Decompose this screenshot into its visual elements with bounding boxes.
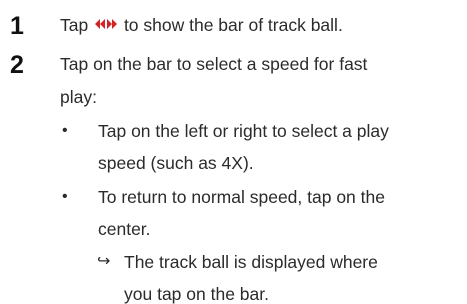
fast-forward-rewind-icon (95, 16, 118, 34)
step-text: Tap on the bar to select a speed for fas… (60, 54, 368, 74)
step-text-suffix: to show the bar of track ball. (119, 15, 343, 35)
result-arrow-icon: ↪ (97, 253, 111, 270)
result-text: you tap on the bar. (124, 284, 269, 304)
bullet-text: center. (98, 219, 151, 239)
bullet-text: Tap on the left or right to select a pla… (98, 121, 389, 141)
result-text: The track ball is displayed where (124, 252, 378, 272)
bullet-text: speed (such as 4X). (98, 153, 254, 173)
bullet-dot: • (62, 122, 68, 139)
step-number: 2 (10, 51, 24, 79)
step-number: 1 (10, 12, 24, 40)
step-text: Tap to show the bar of track ball. (60, 15, 343, 35)
step-text: play: (60, 87, 97, 107)
bullet-dot: • (62, 188, 68, 205)
bullet-text: To return to normal speed, tap on the (98, 187, 385, 207)
step-text-prefix: Tap (60, 15, 94, 35)
